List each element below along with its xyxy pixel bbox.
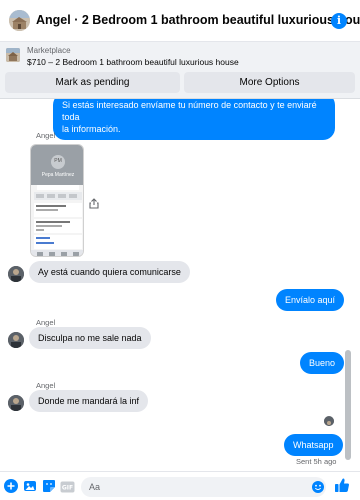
shared-contact-screenshot[interactable]: PM Pepa Martínez [30, 144, 84, 257]
incoming-message[interactable]: Ay está cuando quiera comunicarse [29, 261, 190, 283]
sender-avatar[interactable] [8, 395, 24, 411]
info-icon[interactable]: i [331, 13, 347, 29]
gif-icon[interactable]: GIF [60, 480, 75, 493]
message-thread[interactable]: Si estás interesado envíame tu número de… [0, 99, 360, 471]
listing-thumbnail[interactable] [6, 48, 20, 62]
outgoing-message[interactable]: Envíalo aquí [276, 289, 345, 311]
seen-indicator-avatar [324, 416, 334, 426]
conversation-title[interactable]: Angel · 2 Bedroom 1 bathroom beautiful l… [36, 13, 360, 27]
thread-scrollbar[interactable] [345, 350, 351, 460]
outgoing-message[interactable]: Bueno [300, 352, 345, 374]
incoming-message[interactable]: Donde me mandará la inf [29, 390, 149, 412]
marketplace-label: Marketplace [27, 46, 71, 55]
conversation-header: Angel · 2 Bedroom 1 bathroom beautiful l… [0, 0, 360, 42]
incoming-message[interactable]: Disculpa no me sale nada [29, 327, 151, 349]
listing-summary[interactable]: $710 – 2 Bedroom 1 bathroom beautiful lu… [27, 57, 239, 67]
share-icon[interactable] [89, 196, 99, 209]
contact-name: Pepa Martínez [41, 172, 75, 178]
sender-avatar[interactable] [8, 332, 24, 348]
plus-icon[interactable] [4, 479, 18, 493]
sticker-icon[interactable] [42, 479, 56, 493]
sender-name: Angel [36, 318, 56, 327]
outgoing-message[interactable]: Si estás interesado envíame tu número de… [53, 99, 335, 140]
mark-as-pending-button[interactable]: Mark as pending [5, 72, 180, 93]
emoji-icon[interactable] [312, 480, 324, 493]
thumbs-up-icon[interactable] [334, 477, 350, 493]
message-input[interactable] [81, 477, 301, 497]
more-options-button[interactable]: More Options [184, 72, 355, 93]
message-input-field[interactable] [81, 477, 326, 497]
message-line: Si estás interesado envíame tu número de… [62, 100, 317, 122]
sender-name: Angel [36, 381, 56, 390]
contact-initials: PM [54, 158, 62, 164]
marketplace-banner: Marketplace $710 – 2 Bedroom 1 bathroom … [0, 42, 360, 99]
sender-avatar[interactable] [8, 266, 24, 282]
image-icon[interactable] [23, 479, 37, 493]
svg-text:GIF: GIF [62, 485, 73, 492]
listing-avatar[interactable] [9, 10, 30, 31]
sender-name: Angel [36, 131, 56, 140]
message-line: la información. [62, 124, 121, 134]
delivery-status: Sent 5h ago [296, 457, 337, 466]
outgoing-message[interactable]: Whatsapp [284, 434, 343, 456]
message-composer: GIF [0, 471, 360, 500]
